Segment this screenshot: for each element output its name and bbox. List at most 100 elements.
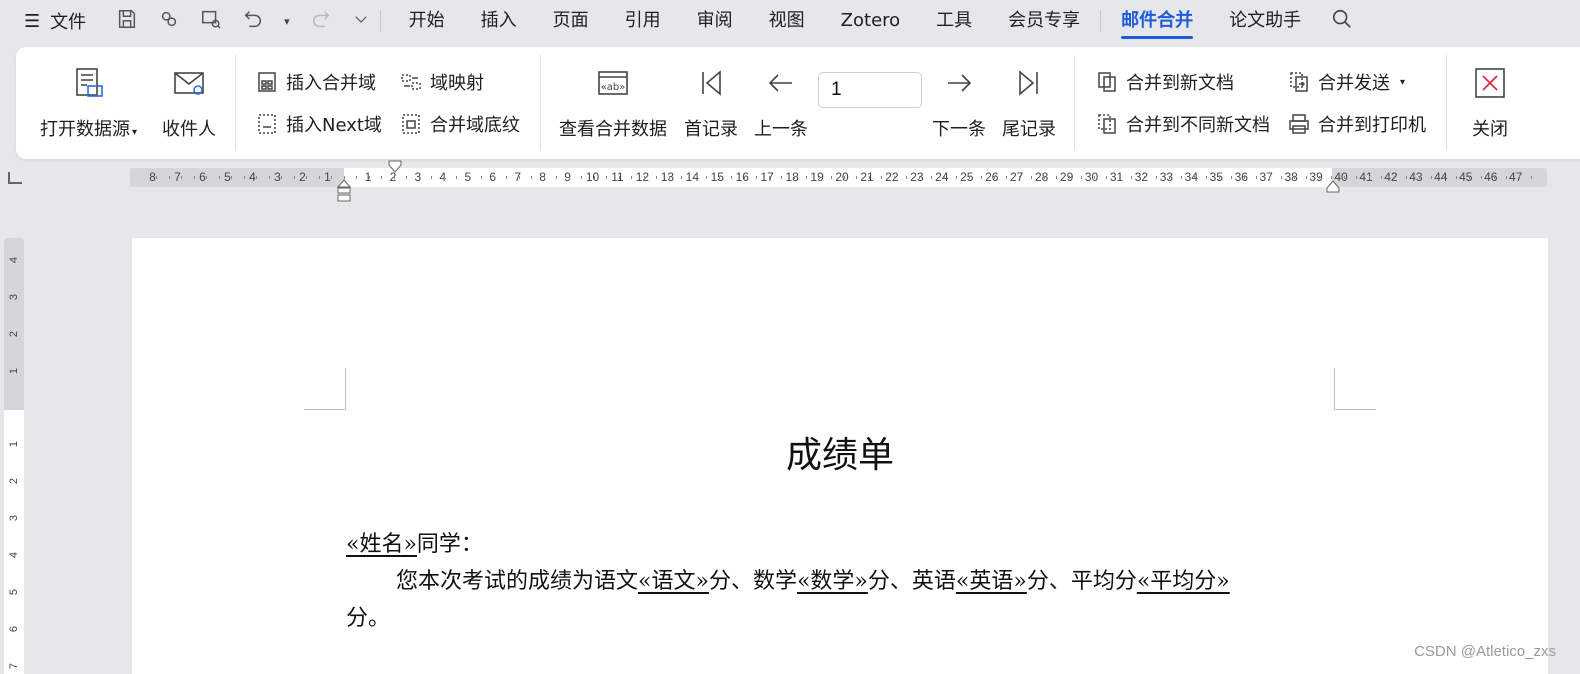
ruler-number: 41 xyxy=(1359,170,1373,184)
ruler-number: 7 xyxy=(174,170,181,184)
ruler-number: 23 xyxy=(910,170,924,184)
merge-to-new-doc-button[interactable]: 合并到新文档 xyxy=(1096,69,1234,95)
merge-field-chinese[interactable]: «语文» xyxy=(638,569,709,594)
merge-field-average[interactable]: «平均分» xyxy=(1137,569,1230,594)
left-indent-marker[interactable] xyxy=(336,178,352,202)
ruler-number: 35 xyxy=(1209,170,1223,184)
merge-field-english[interactable]: «英语» xyxy=(956,569,1027,594)
tab-0[interactable]: 开始 xyxy=(391,0,463,42)
open-datasource-button[interactable]: 打开数据源 ▾ xyxy=(40,65,137,141)
next-record-button[interactable]: 下一条 xyxy=(932,65,986,141)
ruler-tick xyxy=(718,176,720,179)
ruler-tick xyxy=(568,176,570,179)
ruler-number: 32 xyxy=(1134,170,1149,184)
ruler-tick xyxy=(1231,176,1232,179)
redo-icon[interactable] xyxy=(310,8,332,35)
ruler-number: 13 xyxy=(660,170,675,184)
merge-field-math[interactable]: «数学» xyxy=(797,569,868,594)
ruler-tick xyxy=(981,176,982,179)
arrow-right-icon xyxy=(948,74,972,92)
ruler-tick xyxy=(231,176,232,179)
merge-field-shading-button[interactable]: 合并域底纹 xyxy=(400,111,520,137)
tab-3[interactable]: 引用 xyxy=(607,0,679,42)
first-line-indent-marker[interactable] xyxy=(387,160,403,174)
merge-to-separate-docs-button[interactable]: 合并到不同新文档 xyxy=(1096,111,1270,137)
tab-4[interactable]: 审阅 xyxy=(679,0,751,42)
ruler-tick xyxy=(1268,176,1270,179)
ruler-tick xyxy=(556,176,557,179)
ruler-number: 1 xyxy=(8,440,20,448)
ruler-tick xyxy=(168,176,170,179)
document-page[interactable]: 成绩单 «姓名»同学： 您本次考试的成绩为语文«语文»分、数学«数学»分、英语«… xyxy=(132,238,1548,674)
ruler-number: 2 xyxy=(8,477,20,485)
tab-2[interactable]: 页面 xyxy=(535,0,607,42)
field-mapping-button[interactable]: 域映射 xyxy=(400,69,484,95)
prev-record-label: 上一条 xyxy=(754,119,808,140)
ruler-tick xyxy=(1406,176,1407,179)
ruler-tick xyxy=(606,176,607,179)
ruler-tick xyxy=(918,176,920,179)
tab-stop-selector[interactable] xyxy=(8,172,22,184)
tab-8[interactable]: 会员专享 xyxy=(990,0,1098,42)
ruler-number: 18 xyxy=(785,170,799,184)
merge-field-name[interactable]: «姓名» xyxy=(346,532,417,557)
tab-1[interactable]: 插入 xyxy=(463,0,535,42)
merge-to-separate-docs-label: 合并到不同新文档 xyxy=(1126,115,1270,136)
ribbon-panel: 打开数据源 ▾ 收件人 插入合并域 域映射 插入Next域 合并域底纹 «ab» … xyxy=(16,47,1580,159)
view-merged-data-button[interactable]: «ab» 查看合并数据 xyxy=(559,65,667,141)
ruler-tick xyxy=(806,176,807,179)
ruler-tick xyxy=(731,176,732,179)
ruler-tick xyxy=(618,176,620,179)
tab-7[interactable]: 工具 xyxy=(918,0,990,42)
vertical-ruler[interactable]: 4 3 2 1 1 2 3 4 5 6 7 xyxy=(4,238,24,674)
right-indent-marker[interactable] xyxy=(1326,180,1340,193)
ruler-tick xyxy=(1493,176,1495,179)
close-button[interactable]: 关闭 xyxy=(1472,65,1508,141)
watermark: CSDN @Atletico_zxs xyxy=(1414,643,1556,660)
ruler-number: 16 xyxy=(735,170,749,184)
last-record-button[interactable]: 尾记录 xyxy=(1002,65,1056,141)
save-icon[interactable] xyxy=(116,8,138,35)
ruler-number: 43 xyxy=(1409,170,1423,184)
ruler-tick xyxy=(1106,176,1107,179)
ruler-tick xyxy=(956,176,957,179)
tab-9[interactable]: 邮件合并 xyxy=(1103,0,1211,42)
ruler-number: 3 xyxy=(8,514,20,522)
tab-separator xyxy=(1100,10,1102,32)
print-preview-icon[interactable] xyxy=(200,8,222,35)
search-icon[interactable] xyxy=(1331,8,1353,35)
more-dropdown-icon[interactable] xyxy=(352,10,370,33)
field-mapping-icon xyxy=(401,74,421,90)
menu-separator xyxy=(379,10,381,32)
insert-merge-field-button[interactable]: 插入合并域 xyxy=(256,69,376,95)
merge-to-new-doc-label: 合并到新文档 xyxy=(1126,73,1234,94)
merge-to-printer-button[interactable]: 合并到打印机 xyxy=(1288,111,1426,137)
ruler-number: 2 xyxy=(299,170,306,184)
crop-mark xyxy=(304,368,346,410)
last-record-label: 尾记录 xyxy=(1002,119,1056,140)
insert-next-field-button[interactable]: 插入Next域 xyxy=(256,111,382,137)
record-number-input[interactable] xyxy=(818,72,922,108)
prev-record-button[interactable]: 上一条 xyxy=(754,65,808,141)
document-title: 成绩单 xyxy=(785,435,894,476)
recipients-button[interactable]: 收件人 xyxy=(162,65,216,141)
ruler-number: 7 xyxy=(8,662,20,670)
first-record-button[interactable]: 首记录 xyxy=(684,65,738,141)
ruler-number: 27 xyxy=(1010,170,1024,184)
undo-dropdown-icon[interactable]: ▾ xyxy=(284,15,290,28)
tab-5[interactable]: 视图 xyxy=(751,0,823,42)
undo-icon[interactable] xyxy=(242,8,264,35)
ruler-tick xyxy=(1356,176,1357,179)
ruler-number: 3 xyxy=(274,170,281,184)
tab-10[interactable]: 论文助手 xyxy=(1211,0,1319,42)
format-painter-icon[interactable] xyxy=(158,8,180,35)
ruler-tick xyxy=(1281,176,1282,179)
tab-6[interactable]: Zotero xyxy=(823,0,919,42)
ruler-tick xyxy=(943,176,945,179)
ruler-number: 21 xyxy=(860,170,874,184)
merge-send-button[interactable]: 合并发送 ▾ xyxy=(1288,69,1405,95)
file-menu[interactable]: ☰ 文件 xyxy=(24,8,86,34)
ruler-tick xyxy=(218,176,220,179)
ruler-number: 39 xyxy=(1309,170,1323,184)
ruler-number: 5 xyxy=(8,588,20,596)
